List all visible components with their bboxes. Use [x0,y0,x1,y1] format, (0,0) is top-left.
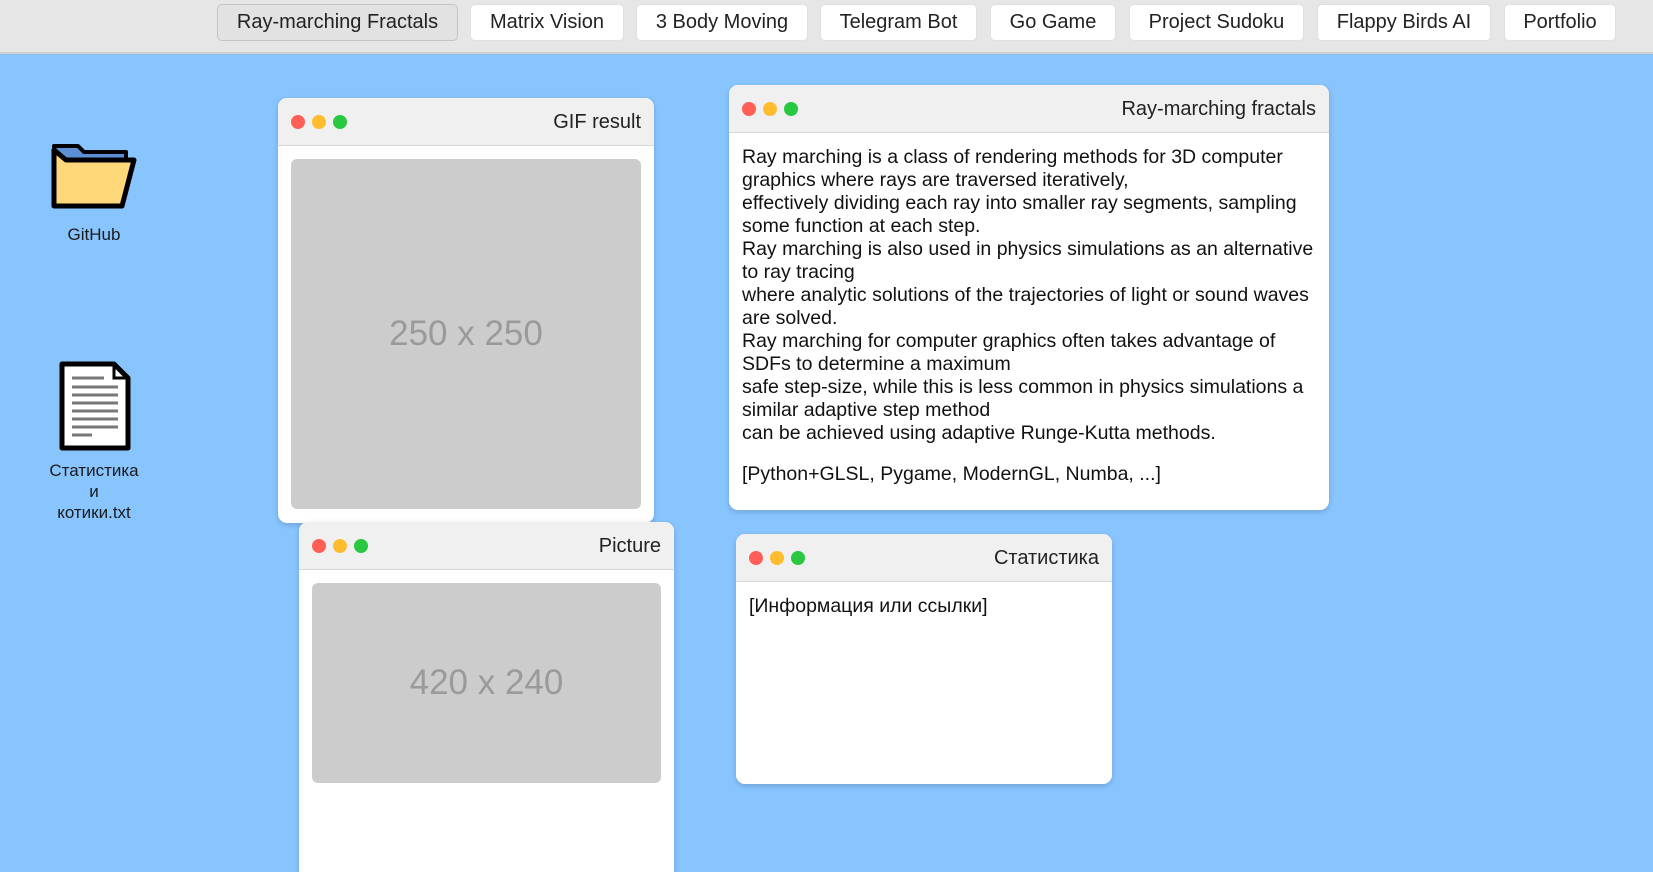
minimize-button[interactable] [770,551,784,565]
window-titlebar[interactable]: Picture [299,522,674,570]
window-gif-result: GIF result 250 x 250 [278,98,654,523]
nav-tab-telegram-bot[interactable]: Telegram Bot [820,4,977,41]
desktop-icon-label-line1: Статистика [49,461,139,480]
window-title: Ray-marching fractals [1121,98,1316,120]
window-titlebar[interactable]: GIF result [278,98,654,146]
description-line: effectively dividing each ray into small… [742,192,1297,237]
minimize-button[interactable] [763,102,777,116]
nav-tab-project-sudoku[interactable]: Project Sudoku [1129,4,1304,41]
window-titlebar[interactable]: Ray-marching fractals [729,85,1329,133]
close-button[interactable] [291,115,305,129]
desktop-icon-label-line3: котики.txt [57,503,131,522]
nav-tab-flappy-birds-ai[interactable]: Flappy Birds AI [1317,4,1491,41]
window-statistics: Статистика [Информация или ссылки] [736,534,1112,784]
desktop-icon-label: GitHub [67,225,121,244]
picture-placeholder-image: 420 x 240 [312,583,661,783]
nav-tab-portfolio[interactable]: Portfolio [1504,4,1616,41]
window-title: GIF result [553,111,641,133]
description-text: Ray marching is a class of rendering met… [742,146,1317,486]
window-ray-marching-fractals: Ray-marching fractals Ray marching is a … [729,85,1329,510]
nav-tab-3-body-moving[interactable]: 3 Body Moving [636,4,808,41]
desktop-icon-github[interactable]: GitHub [34,140,154,245]
nav-tab-matrix-vision[interactable]: Matrix Vision [470,4,624,41]
description-line: Ray marching is also used in physics sim… [742,238,1314,283]
nav-tab-go-game[interactable]: Go Game [990,4,1116,41]
description-line: Ray marching for computer graphics often… [742,330,1276,375]
maximize-button[interactable] [333,115,347,129]
close-button[interactable] [742,102,756,116]
desktop-icon-stats-file[interactable]: Статистика и котики.txt [34,360,154,523]
minimize-button[interactable] [333,539,347,553]
folder-icon [51,144,137,209]
maximize-button[interactable] [791,551,805,565]
window-picture: Picture 420 x 240 [299,522,674,872]
gif-placeholder-image: 250 x 250 [291,159,641,509]
window-titlebar[interactable]: Статистика [736,534,1112,582]
close-button[interactable] [312,539,326,553]
maximize-button[interactable] [354,539,368,553]
close-button[interactable] [749,551,763,565]
text-file-icon [59,361,131,451]
tech-stack-text: [Python+GLSL, Pygame, ModernGL, Numba, .… [742,463,1161,485]
description-line: safe step-size, while this is less commo… [742,376,1304,421]
statistics-text: [Информация или ссылки] [749,595,1100,618]
minimize-button[interactable] [312,115,326,129]
desktop-icon-label-line2: и [89,482,99,501]
statistics-info: [Информация или ссылки] [749,595,988,617]
top-nav-bar: Ray-marching Fractals Matrix Vision 3 Bo… [0,0,1653,54]
description-line: Ray marching is a class of rendering met… [742,146,1283,191]
description-line: can be achieved using adaptive Runge-Kut… [742,422,1216,444]
window-title: Статистика [993,547,1099,569]
nav-tab-ray-marching-fractals[interactable]: Ray-marching Fractals [217,4,458,41]
maximize-button[interactable] [784,102,798,116]
window-title: Picture [598,535,661,557]
description-line: where analytic solutions of the trajecto… [742,284,1309,329]
